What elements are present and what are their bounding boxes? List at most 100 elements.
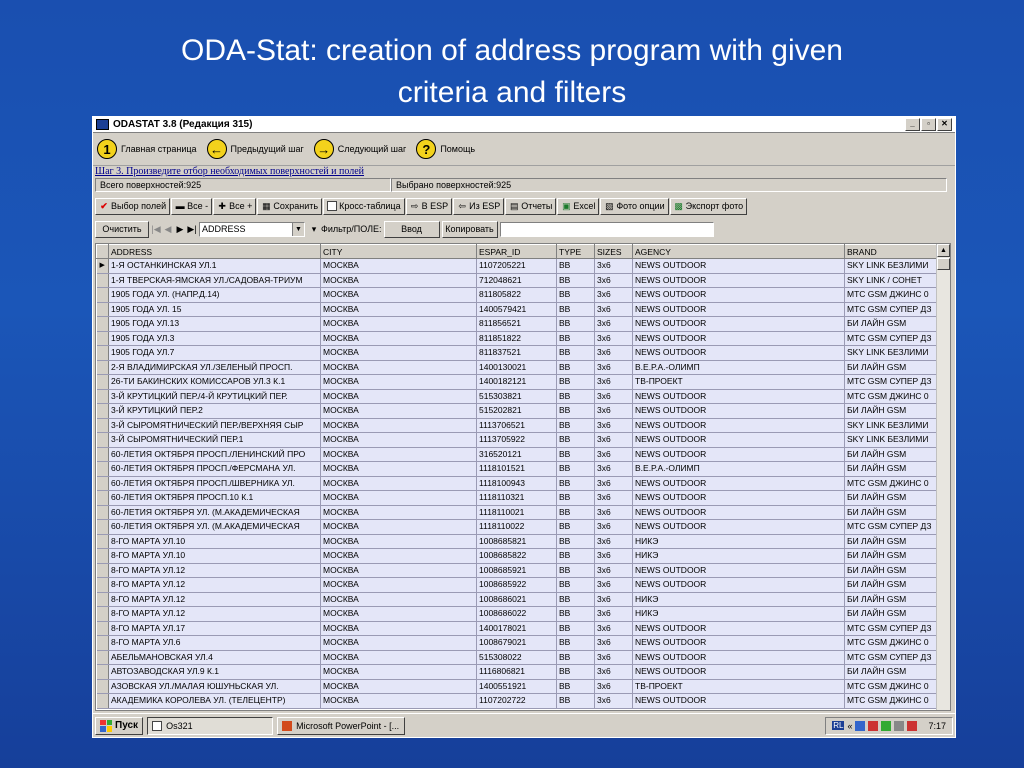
- table-cell[interactable]: МОСКВА: [320, 577, 477, 593]
- table-cell[interactable]: МОСКВА: [320, 693, 477, 709]
- table-cell[interactable]: АБЕЛЬМАНОВСКАЯ УЛ.4: [108, 650, 321, 665]
- table-cell[interactable]: BB: [556, 287, 595, 303]
- column-header-sizes[interactable]: SIZES: [594, 244, 633, 259]
- table-cell[interactable]: МОСКВА: [320, 302, 477, 317]
- table-cell[interactable]: 3x6: [594, 447, 633, 462]
- table-row[interactable]: 1905 ГОДА УЛ.13 МОСКВА 811856521 BB 3x6 NEWS …: [96, 316, 940, 332]
- table-cell[interactable]: BB: [556, 258, 595, 274]
- table-row[interactable]: 3-Й КРУТИЦКИЙ ПЕР./4-Й КРУТИЦКИЙ ПЕР. МОС…: [96, 389, 940, 404]
- table-cell[interactable]: 3-Й КРУТИЦКИЙ ПЕР./4-Й КРУТИЦКИЙ ПЕР.: [108, 389, 321, 404]
- table-cell[interactable]: BB: [556, 273, 595, 288]
- table-cell[interactable]: 811856521: [476, 316, 557, 332]
- table-cell[interactable]: МТС GSM СУПЕР ДЗ: [844, 331, 940, 346]
- table-cell[interactable]: 8-ГО МАРТА УЛ.12: [108, 577, 321, 593]
- table-cell[interactable]: 1008685822: [476, 548, 557, 564]
- table-cell[interactable]: БИ ЛАЙН GSM: [844, 316, 940, 332]
- column-header-city[interactable]: CITY: [320, 244, 477, 259]
- table-cell[interactable]: 60-ЛЕТИЯ ОКТЯБРЯ ПРОСП.10 К.1: [108, 490, 321, 506]
- row-indicator[interactable]: [96, 360, 109, 375]
- table-cell[interactable]: МТС GSM СУПЕР ДЗ: [844, 302, 940, 317]
- table-cell[interactable]: 3x6: [594, 374, 633, 390]
- table-cell[interactable]: ТВ-ПРОЕКТ: [632, 374, 845, 390]
- home-page-button[interactable]: 1 Главная страница: [97, 139, 197, 159]
- table-cell[interactable]: МТС GSM СУПЕР ДЗ: [844, 374, 940, 390]
- scroll-thumb[interactable]: [937, 258, 950, 270]
- table-row[interactable]: 60-ЛЕТИЯ ОКТЯБРЯ ПРОСП./ЛЕНИНСКИЙ ПРО МОС…: [96, 447, 940, 462]
- export-photo-button[interactable]: ▩ Экспорт фото: [669, 197, 748, 215]
- language-indicator[interactable]: RL: [832, 721, 845, 730]
- table-cell[interactable]: НИКЭ: [632, 606, 845, 622]
- table-cell[interactable]: 1008686022: [476, 606, 557, 622]
- table-cell[interactable]: BB: [556, 621, 595, 636]
- table-cell[interactable]: МОСКВА: [320, 650, 477, 665]
- table-cell[interactable]: МОСКВА: [320, 635, 477, 651]
- table-cell[interactable]: BB: [556, 461, 595, 477]
- clear-button[interactable]: Очистить: [95, 220, 149, 238]
- table-cell[interactable]: 1118110022: [476, 519, 557, 535]
- row-indicator[interactable]: [96, 548, 109, 564]
- row-indicator[interactable]: [96, 287, 109, 303]
- column-header-brand[interactable]: BRAND: [844, 244, 940, 259]
- table-cell[interactable]: 3x6: [594, 635, 633, 651]
- task-powerpoint[interactable]: Microsoft PowerPoint - [...: [277, 716, 406, 735]
- table-cell[interactable]: 811837521: [476, 345, 557, 361]
- table-cell[interactable]: 60-ЛЕТИЯ ОКТЯБРЯ ПРОСП./ФЕРСМАНА УЛ.: [108, 461, 321, 477]
- table-cell[interactable]: NEWS OUTDOOR: [632, 447, 845, 462]
- table-cell[interactable]: 1905 ГОДА УЛ.13: [108, 316, 321, 332]
- table-row[interactable]: 1905 ГОДА УЛ.7 МОСКВА 811837521 BB 3x6 NEWS O…: [96, 345, 940, 361]
- table-cell[interactable]: МОСКВА: [320, 403, 477, 419]
- table-cell[interactable]: БИ ЛАЙН GSM: [844, 664, 940, 680]
- photo-options-button[interactable]: ▧ Фото опции: [600, 197, 669, 215]
- table-row[interactable]: 8-ГО МАРТА УЛ.12 МОСКВА 1008685922 BB 3x6 NEW…: [96, 577, 940, 593]
- table-cell[interactable]: 1008685922: [476, 577, 557, 593]
- column-header-type[interactable]: TYPE: [556, 244, 595, 259]
- vertical-scrollbar[interactable]: ▲: [936, 244, 950, 710]
- table-cell[interactable]: 1118110321: [476, 490, 557, 506]
- table-cell[interactable]: МОСКВА: [320, 606, 477, 622]
- table-cell[interactable]: 8-ГО МАРТА УЛ.10: [108, 548, 321, 564]
- table-cell[interactable]: BB: [556, 302, 595, 317]
- table-cell[interactable]: МТС GSM СУПЕР ДЗ: [844, 519, 940, 535]
- step-link[interactable]: Шаг 3. Произведите отбор необходимых пов…: [95, 166, 364, 177]
- row-indicator[interactable]: [96, 693, 109, 709]
- table-cell[interactable]: NEWS OUTDOOR: [632, 345, 845, 361]
- table-cell[interactable]: НИКЭ: [632, 548, 845, 564]
- table-cell[interactable]: NEWS OUTDOOR: [632, 577, 845, 593]
- table-cell[interactable]: BB: [556, 403, 595, 419]
- table-row[interactable]: АКАДЕМИКА КОРОЛЕВА УЛ. (ТЕЛЕЦЕНТР) МОСКВА…: [96, 693, 940, 709]
- table-row[interactable]: ▶ 1-Я ОСТАНКИНСКАЯ УЛ.1 МОСКВА 1107205221 BB…: [96, 258, 940, 274]
- table-row[interactable]: 1905 ГОДА УЛ. (НАПР.Д.14) МОСКВА 811805822…: [96, 287, 940, 303]
- table-cell[interactable]: НИКЭ: [632, 592, 845, 607]
- table-cell[interactable]: NEWS OUTDOOR: [632, 650, 845, 665]
- table-cell[interactable]: NEWS OUTDOOR: [632, 287, 845, 303]
- table-cell[interactable]: BB: [556, 606, 595, 622]
- table-cell[interactable]: BB: [556, 360, 595, 375]
- table-cell[interactable]: 3x6: [594, 679, 633, 694]
- row-indicator[interactable]: [96, 534, 109, 549]
- tray-icon-4[interactable]: [894, 720, 905, 731]
- table-cell[interactable]: 1-Я ТВЕРСКАЯ-ЯМСКАЯ УЛ./САДОВАЯ-ТРИУМ: [108, 273, 321, 288]
- table-cell[interactable]: МОСКВА: [320, 519, 477, 535]
- table-cell[interactable]: NEWS OUTDOOR: [632, 389, 845, 404]
- table-cell[interactable]: БИ ЛАЙН GSM: [844, 606, 940, 622]
- table-row[interactable]: 60-ЛЕТИЯ ОКТЯБРЯ ПРОСП./ФЕРСМАНА УЛ. МОСК…: [96, 461, 940, 477]
- table-row[interactable]: 1905 ГОДА УЛ. 15 МОСКВА 1400579421 BB 3x6 NEW…: [96, 302, 940, 317]
- table-row[interactable]: АБЕЛЬМАНОВСКАЯ УЛ.4 МОСКВА 515308022 BB 3x6 N…: [96, 650, 940, 665]
- table-cell[interactable]: BB: [556, 664, 595, 680]
- table-row[interactable]: 8-ГО МАРТА УЛ.10 МОСКВА 1008685822 BB 3x6 НИК…: [96, 548, 940, 564]
- table-cell[interactable]: МОСКВА: [320, 621, 477, 636]
- table-cell[interactable]: NEWS OUTDOOR: [632, 519, 845, 535]
- table-cell[interactable]: 3x6: [594, 476, 633, 491]
- table-cell[interactable]: BB: [556, 519, 595, 535]
- table-cell[interactable]: BB: [556, 389, 595, 404]
- row-indicator[interactable]: [96, 563, 109, 578]
- chevron-left-icon[interactable]: «: [847, 721, 852, 731]
- table-cell[interactable]: МТС GSM ДЖИНС 0: [844, 693, 940, 709]
- table-cell[interactable]: BB: [556, 635, 595, 651]
- tray-icon-1[interactable]: [855, 720, 866, 731]
- row-indicator[interactable]: [96, 476, 109, 491]
- table-cell[interactable]: BB: [556, 345, 595, 361]
- table-cell[interactable]: 3x6: [594, 693, 633, 709]
- table-cell[interactable]: 3x6: [594, 548, 633, 564]
- table-cell[interactable]: NEWS OUTDOOR: [632, 403, 845, 419]
